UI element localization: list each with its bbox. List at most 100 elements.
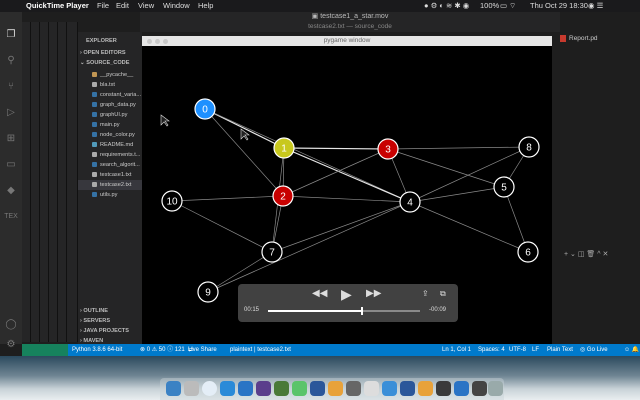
messages-icon[interactable] [292,381,307,396]
cursor-position[interactable]: Ln 1, Col 1 [442,344,471,356]
graph-node[interactable]: 6 [517,241,539,263]
file-item[interactable]: constant_varia... [78,90,142,100]
scrubber-knob[interactable] [361,307,364,315]
problems-indicator[interactable]: ⊗ 0 ⚠ 50 ⓘ 121 [140,344,185,356]
fast-forward-icon[interactable]: ▶▶ [366,288,381,299]
app-icon[interactable] [328,381,343,396]
search-icon[interactable]: ⚲ [4,54,18,68]
run-debug-icon[interactable]: ▷ [4,106,18,120]
source-control-icon[interactable]: ⑂ [4,80,18,94]
graph-node[interactable]: 5 [493,176,515,198]
minimize-icon[interactable] [155,38,160,44]
encoding[interactable]: UTF-8 [509,344,526,356]
menu-app-name[interactable]: QuickTime Player [26,0,89,12]
explorer-icon[interactable]: ❐ [4,28,18,42]
play-icon[interactable]: ▶ [341,286,352,303]
zoom-icon[interactable] [163,38,168,44]
file-item[interactable]: requirements.t... [78,150,142,160]
file-item[interactable]: __pycache__ [78,70,142,80]
share-icon[interactable]: ⇪ [422,289,429,298]
app-icon[interactable] [346,381,361,396]
menu-view[interactable]: View [138,0,154,12]
indentation[interactable]: Spaces: 4 [478,344,505,356]
file-icon [92,92,97,98]
app-store-icon[interactable] [382,381,397,396]
graph-node[interactable]: 10 [161,190,183,212]
file-name: graph_data.py [100,102,136,108]
graph-node[interactable]: 0 [194,98,216,120]
finder-icon[interactable] [166,381,181,396]
account-icon[interactable]: ◯ [4,318,18,332]
menu-help[interactable]: Help [198,0,213,12]
status-icons[interactable]: ● ⚙ ◐ ≋ ✱ ◉ [424,0,469,12]
elapsed-time: 00:15 [244,307,260,313]
section-servers[interactable]: › SERVERS [80,316,144,326]
file-icon [92,152,97,158]
tex-icon[interactable]: TEX [4,210,18,224]
extensions-icon[interactable]: ⊞ [4,132,18,146]
file-item[interactable]: README.md [78,140,142,150]
launchpad-icon[interactable] [184,381,199,396]
docker-icon[interactable]: ◆ [4,184,18,198]
feedback-icon[interactable]: ☺ 🔔 [624,344,639,356]
graph-node[interactable]: 2 [272,185,294,207]
graph-node[interactable]: 8 [518,136,540,158]
graph-node[interactable]: 3 [377,138,399,160]
vscode-icon[interactable] [454,381,469,396]
battery-icon[interactable]: ▭ ⌔ [500,0,516,12]
terminal-icon[interactable] [274,381,289,396]
language-context[interactable]: plaintext | testcase2.txt [230,344,291,356]
menu-file[interactable]: File [97,0,109,12]
menu-edit[interactable]: Edit [116,0,129,12]
python-interpreter[interactable]: Python 3.8.6 64-bit [72,344,122,356]
panel-actions[interactable]: + ⌄ ◫ 🗑 ^ ✕ [564,250,608,258]
file-item[interactable]: search_algorit... [78,160,142,170]
settings-gear-icon[interactable]: ⚙ [4,338,18,352]
chrome-icon[interactable] [202,381,217,396]
remote-indicator[interactable] [22,344,68,356]
file-item[interactable]: main.py [78,120,142,130]
explorer-title: EXPLORER [86,38,117,44]
remote-explorer-icon[interactable]: ▭ [4,158,18,172]
app-icon[interactable] [418,381,433,396]
rewind-icon[interactable]: ◀◀ [312,288,327,299]
go-live[interactable]: ◎ Go Live [580,344,608,356]
file-item[interactable]: utils.py [78,190,142,200]
file-item[interactable]: graphUI.py [78,110,142,120]
file-item[interactable]: graph_data.py [78,100,142,110]
graph-node[interactable]: 7 [261,241,283,263]
section-outline[interactable]: › OUTLINE [80,306,144,316]
language-mode[interactable]: Plain Text [547,344,573,356]
graph-edge [409,186,505,203]
tab-report-pdf[interactable]: Report.pd [560,35,598,42]
quicktime-icon[interactable] [436,381,451,396]
picture-in-picture-icon[interactable]: ⧉ [440,289,446,299]
file-item[interactable]: bla.txt [78,80,142,90]
siri-icons[interactable]: ◉ ☰ [588,0,603,12]
vscode-icon[interactable] [238,381,253,396]
graph-edge [171,200,273,253]
word-icon[interactable] [310,381,325,396]
scrubber[interactable] [268,307,420,315]
slack-icon[interactable] [256,381,271,396]
graph-node-label: 4 [407,198,413,209]
file-item[interactable]: testcase2.txt [78,180,142,190]
close-icon[interactable] [147,38,152,44]
graph-node[interactable]: 4 [399,191,421,213]
battery-percent[interactable]: 100% [480,0,499,12]
section-java-projects[interactable]: › JAVA PROJECTS [80,326,144,336]
file-item[interactable]: testcase1.txt [78,170,142,180]
graph-node[interactable]: 9 [197,281,219,303]
clock[interactable]: Thu Oct 29 18:30 [530,0,588,12]
safari-icon[interactable] [220,381,235,396]
word-icon[interactable] [400,381,415,396]
section-open-editors[interactable]: › OPEN EDITORS [80,48,144,58]
end-of-line[interactable]: LF [532,344,539,356]
trash-icon[interactable] [488,381,503,396]
file-item[interactable]: node_color.py [78,130,142,140]
app-icon[interactable] [364,381,379,396]
graph-node[interactable]: 1 [273,137,295,159]
menu-window[interactable]: Window [163,0,190,12]
section-source-code[interactable]: ⌄ SOURCE_CODE [80,58,144,68]
app-icon[interactable] [472,381,487,396]
